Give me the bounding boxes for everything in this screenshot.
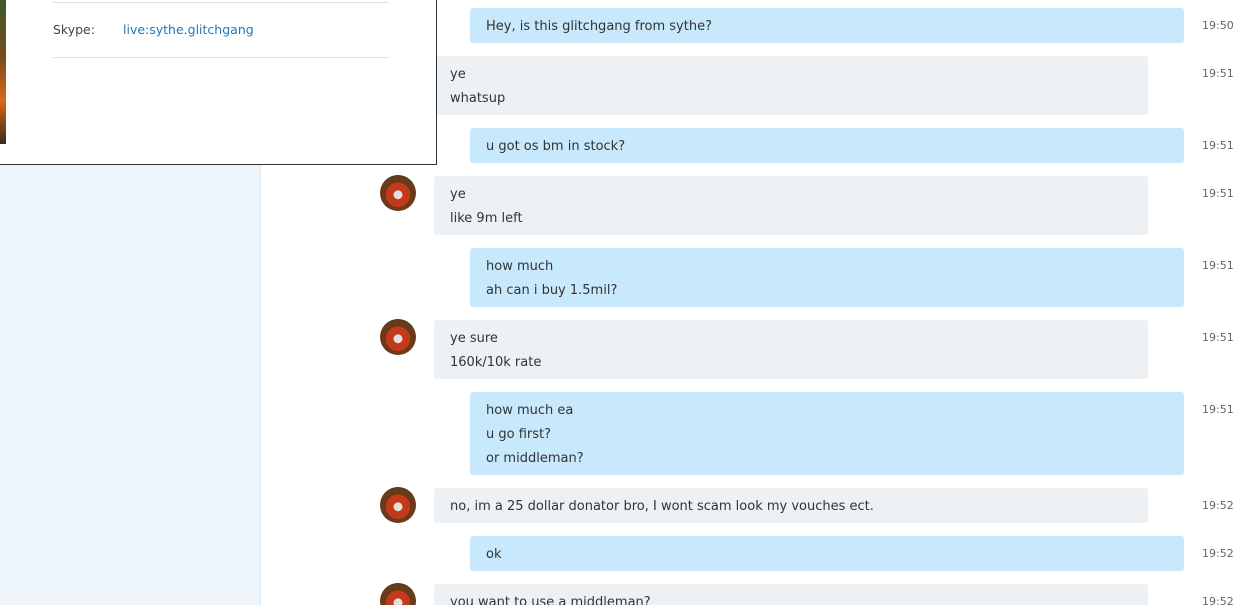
message-text: ah can i buy 1.5mil? (486, 283, 618, 298)
message-time: 19:52 (1202, 547, 1234, 560)
message-text: you want to use a middleman? (450, 595, 651, 605)
skype-label: Skype: (53, 22, 95, 37)
divider (53, 57, 389, 58)
skype-id-link[interactable]: live:sythe.glitchgang (123, 22, 254, 37)
message-time: 19:51 (1202, 139, 1234, 152)
message-time: 19:50 (1202, 19, 1234, 32)
message-text: Hey, is this glitchgang from sythe? (486, 19, 712, 34)
message-text: or middleman? (486, 451, 584, 466)
message-text: ye sure (450, 331, 498, 346)
message-incoming: ye sure 160k/10k rate (434, 320, 1148, 379)
message-text: how much ea (486, 403, 574, 418)
message-time: 19:52 (1202, 595, 1234, 605)
divider (53, 2, 389, 3)
message-incoming: ye like 9m left (434, 176, 1148, 235)
contact-avatar[interactable] (380, 175, 416, 211)
message-text: how much (486, 259, 554, 274)
contact-avatar[interactable] (380, 319, 416, 355)
message-text: 160k/10k rate (450, 355, 542, 370)
contact-avatar[interactable] (380, 583, 416, 605)
message-incoming: ye whatsup (434, 56, 1148, 115)
message-outgoing: ok (470, 536, 1184, 571)
message-time: 19:51 (1202, 331, 1234, 344)
message-time: 19:51 (1202, 259, 1234, 272)
message-text: ok (486, 547, 502, 562)
message-outgoing: how much ea u go first? or middleman? (470, 392, 1184, 475)
message-time: 19:51 (1202, 187, 1234, 200)
message-text: ye (450, 187, 466, 202)
message-text: whatsup (450, 91, 506, 106)
message-outgoing: Hey, is this glitchgang from sythe? (470, 8, 1184, 43)
message-time: 19:51 (1202, 67, 1234, 80)
contact-profile-card: Skype: live:sythe.glitchgang (0, 0, 437, 165)
message-time: 19:51 (1202, 403, 1234, 416)
profile-picture (0, 0, 6, 144)
message-text: no, im a 25 dollar donator bro, I wont s… (450, 499, 874, 514)
message-outgoing: how much ah can i buy 1.5mil? (470, 248, 1184, 307)
message-text: like 9m left (450, 211, 523, 226)
message-incoming: no, im a 25 dollar donator bro, I wont s… (434, 488, 1148, 523)
message-time: 19:52 (1202, 499, 1234, 512)
message-outgoing: u got os bm in stock? (470, 128, 1184, 163)
message-text: u go first? (486, 427, 552, 442)
message-incoming: you want to use a middleman? (434, 584, 1148, 605)
message-text: ye (450, 67, 466, 82)
contact-avatar[interactable] (380, 487, 416, 523)
message-text: u got os bm in stock? (486, 139, 626, 154)
